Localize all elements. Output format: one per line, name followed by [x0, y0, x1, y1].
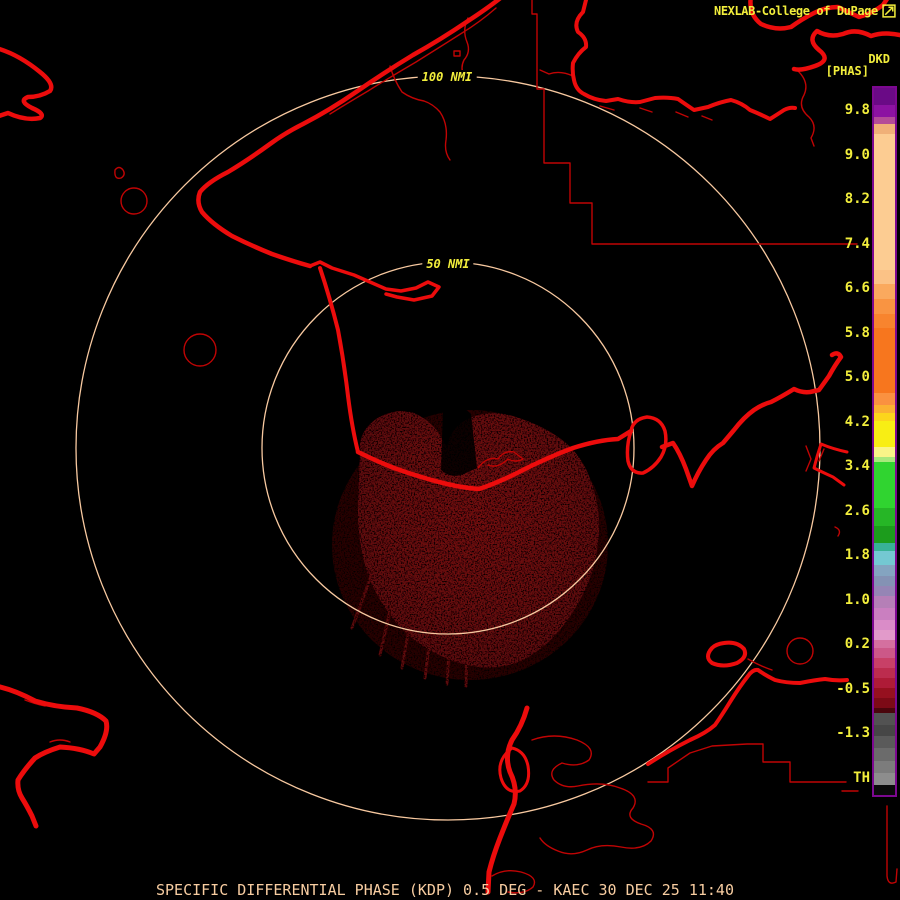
colorbar-segment: [874, 688, 895, 698]
colorbar-segment: [874, 678, 895, 688]
colorbar-segment: [874, 713, 895, 725]
colorbar-segment: [874, 630, 895, 640]
radar-viewport: 100 NMI 50 NMI NEXLAB-College of DuPage …: [0, 0, 900, 900]
colorbar-segment: [874, 596, 895, 608]
product-caption: SPECIFIC DIFFERENTIAL PHASE (KDP) 0.5 DE…: [156, 881, 734, 899]
colorbar-label: TH: [810, 771, 870, 785]
colorbar-label: 9.8: [810, 103, 870, 117]
colorbar-segment: [874, 299, 895, 314]
colorbar-segment: [874, 640, 895, 648]
colorbar-segment: [874, 105, 895, 117]
colorbar-label: 2.6: [810, 504, 870, 518]
colorbar-segment: [874, 748, 895, 761]
colorbar-segment: [874, 314, 895, 328]
product-code: DKD: [868, 52, 890, 66]
colorbar-label: 5.0: [810, 370, 870, 384]
colorbar-label: 7.4: [810, 237, 870, 251]
colorbar-label: 6.6: [810, 281, 870, 295]
range-ring-label-100: 100 NMI: [418, 70, 477, 84]
colorbar-label: 3.4: [810, 459, 870, 473]
corner-flag-icon: [882, 4, 896, 18]
colorbar-segment: [874, 551, 895, 565]
colorbar-label: 5.8: [810, 326, 870, 340]
colorbar-segment: [874, 284, 895, 299]
colorbar-label: 4.2: [810, 415, 870, 429]
colorbar-label: 0.2: [810, 637, 870, 651]
colorbar-segment: [874, 648, 895, 658]
radar-map-canvas: [0, 0, 900, 900]
colorbar-segment: [874, 413, 895, 421]
colorbar-label: 8.2: [810, 192, 870, 206]
colorbar-label: -0.5: [810, 682, 870, 696]
colorbar-segment: [874, 421, 895, 447]
colorbar-segment: [874, 270, 895, 284]
colorbar-label: -1.3: [810, 726, 870, 740]
colorbar-segment: [874, 393, 895, 405]
colorbar-segment: [874, 773, 895, 785]
colorbar-segment: [874, 698, 895, 708]
colorbar-segment: [874, 447, 895, 457]
colorbar-segment: [874, 785, 895, 795]
radar-echo-kdp: [332, 404, 608, 686]
colorbar-segment: [874, 134, 895, 270]
product-unit: [PHAS]: [826, 64, 869, 78]
colorbar-segment: [874, 586, 895, 596]
colorbar: [872, 86, 897, 797]
colorbar-segment: [874, 725, 895, 736]
colorbar-segment: [874, 736, 895, 748]
colorbar-segment: [874, 761, 895, 773]
colorbar-segment: [874, 658, 895, 668]
colorbar-segment: [874, 328, 895, 393]
colorbar-segment: [874, 576, 895, 586]
colorbar-label: 9.0: [810, 148, 870, 162]
colorbar-segment: [874, 88, 895, 105]
colorbar-segment: [874, 405, 895, 413]
colorbar-segment: [874, 668, 895, 678]
colorbar-segment: [874, 124, 895, 134]
colorbar-segment: [874, 620, 895, 630]
colorbar-label: 1.0: [810, 593, 870, 607]
colorbar-segment: [874, 608, 895, 620]
colorbar-segment: [874, 543, 895, 551]
colorbar-segment: [874, 462, 895, 508]
brand-title: NEXLAB-College of DuPage: [714, 4, 896, 18]
range-ring-label-50: 50 NMI: [422, 257, 473, 271]
colorbar-segment: [874, 526, 895, 543]
colorbar-segment: [874, 117, 895, 124]
colorbar-segment: [874, 508, 895, 526]
colorbar-label: 1.8: [810, 548, 870, 562]
colorbar-segment: [874, 565, 895, 576]
brand-text: NEXLAB-College of DuPage: [714, 4, 878, 18]
